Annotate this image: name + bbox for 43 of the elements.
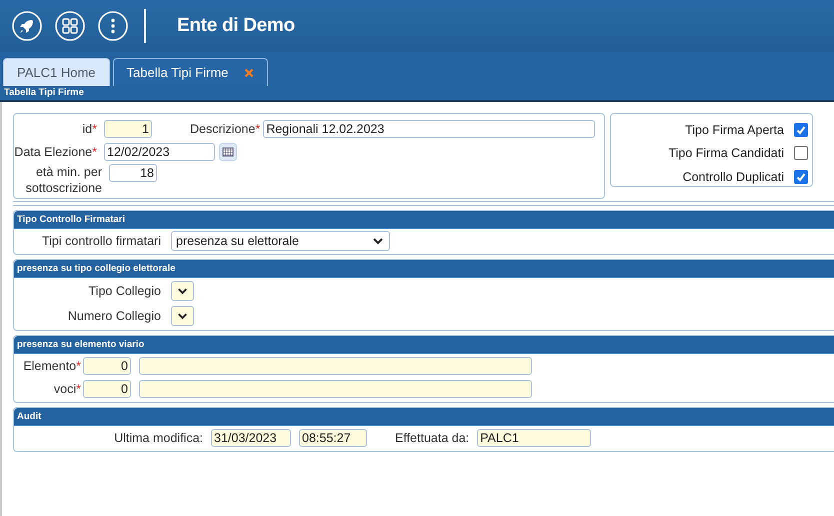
dropdown[interactable] <box>171 306 194 326</box>
field-label: Tipi controllo firmatari <box>40 234 161 248</box>
menu-icon[interactable] <box>98 11 128 41</box>
tab[interactable]: PALC1 Home <box>3 58 110 86</box>
section-header: Audit <box>14 408 834 426</box>
id-field[interactable]: 1 <box>104 120 152 138</box>
description-field[interactable]: Regionali 12.02.2023 <box>263 120 596 138</box>
checkbox-label: Tipo Firma Aperta <box>685 122 784 137</box>
date-field[interactable]: 12/02/2023 <box>104 142 215 160</box>
checkbox-label: Tipo Firma Candidati <box>668 146 784 160</box>
tab[interactable]: Tabella Tipi Firme <box>112 58 268 86</box>
page-title: Tabella Tipi Firme <box>0 86 834 102</box>
time-field[interactable]: 08:55:27 <box>299 428 367 446</box>
checkbox[interactable] <box>794 146 808 160</box>
app-title: Ente di Demo <box>177 15 295 37</box>
field-label: Tipo Collegio <box>88 284 161 298</box>
field-label: id* <box>81 122 98 136</box>
field-label: Ultima modifica: <box>113 430 203 444</box>
checkbox[interactable] <box>794 170 808 184</box>
number-field[interactable]: 0 <box>83 380 131 398</box>
grid-icon[interactable] <box>55 11 85 41</box>
field-label: Effettuata da: <box>395 430 470 444</box>
field-label: Data Elezione* <box>14 144 98 158</box>
date-field[interactable]: 31/03/2023 <box>211 428 291 446</box>
text-field[interactable] <box>139 380 532 398</box>
checkbox-label: Controllo Duplicati <box>682 170 784 184</box>
field-label: Descrizione* <box>190 122 260 136</box>
section-header: Tipo Controllo Firmatari <box>14 211 834 229</box>
text-field[interactable]: PALC1 <box>477 428 592 446</box>
calendar-icon[interactable] <box>219 142 237 160</box>
dropdown[interactable]: presenza su elettorale <box>171 230 390 250</box>
section-header: presenza su elemento viario <box>14 336 834 354</box>
field-label: Elemento* <box>22 358 81 372</box>
checkbox[interactable] <box>794 122 808 137</box>
number-field[interactable]: 0 <box>83 356 131 374</box>
text-field[interactable] <box>139 356 532 374</box>
age-field[interactable]: 18 <box>109 164 157 182</box>
field-label: Numero Collegio <box>66 308 161 322</box>
field-label: voci* <box>52 382 81 396</box>
rocket-icon[interactable] <box>12 11 42 41</box>
field-label: età min. per sottoscrizione <box>24 164 103 196</box>
section-header: presenza su tipo collegio elettorale <box>14 260 834 278</box>
dropdown[interactable] <box>171 280 194 300</box>
